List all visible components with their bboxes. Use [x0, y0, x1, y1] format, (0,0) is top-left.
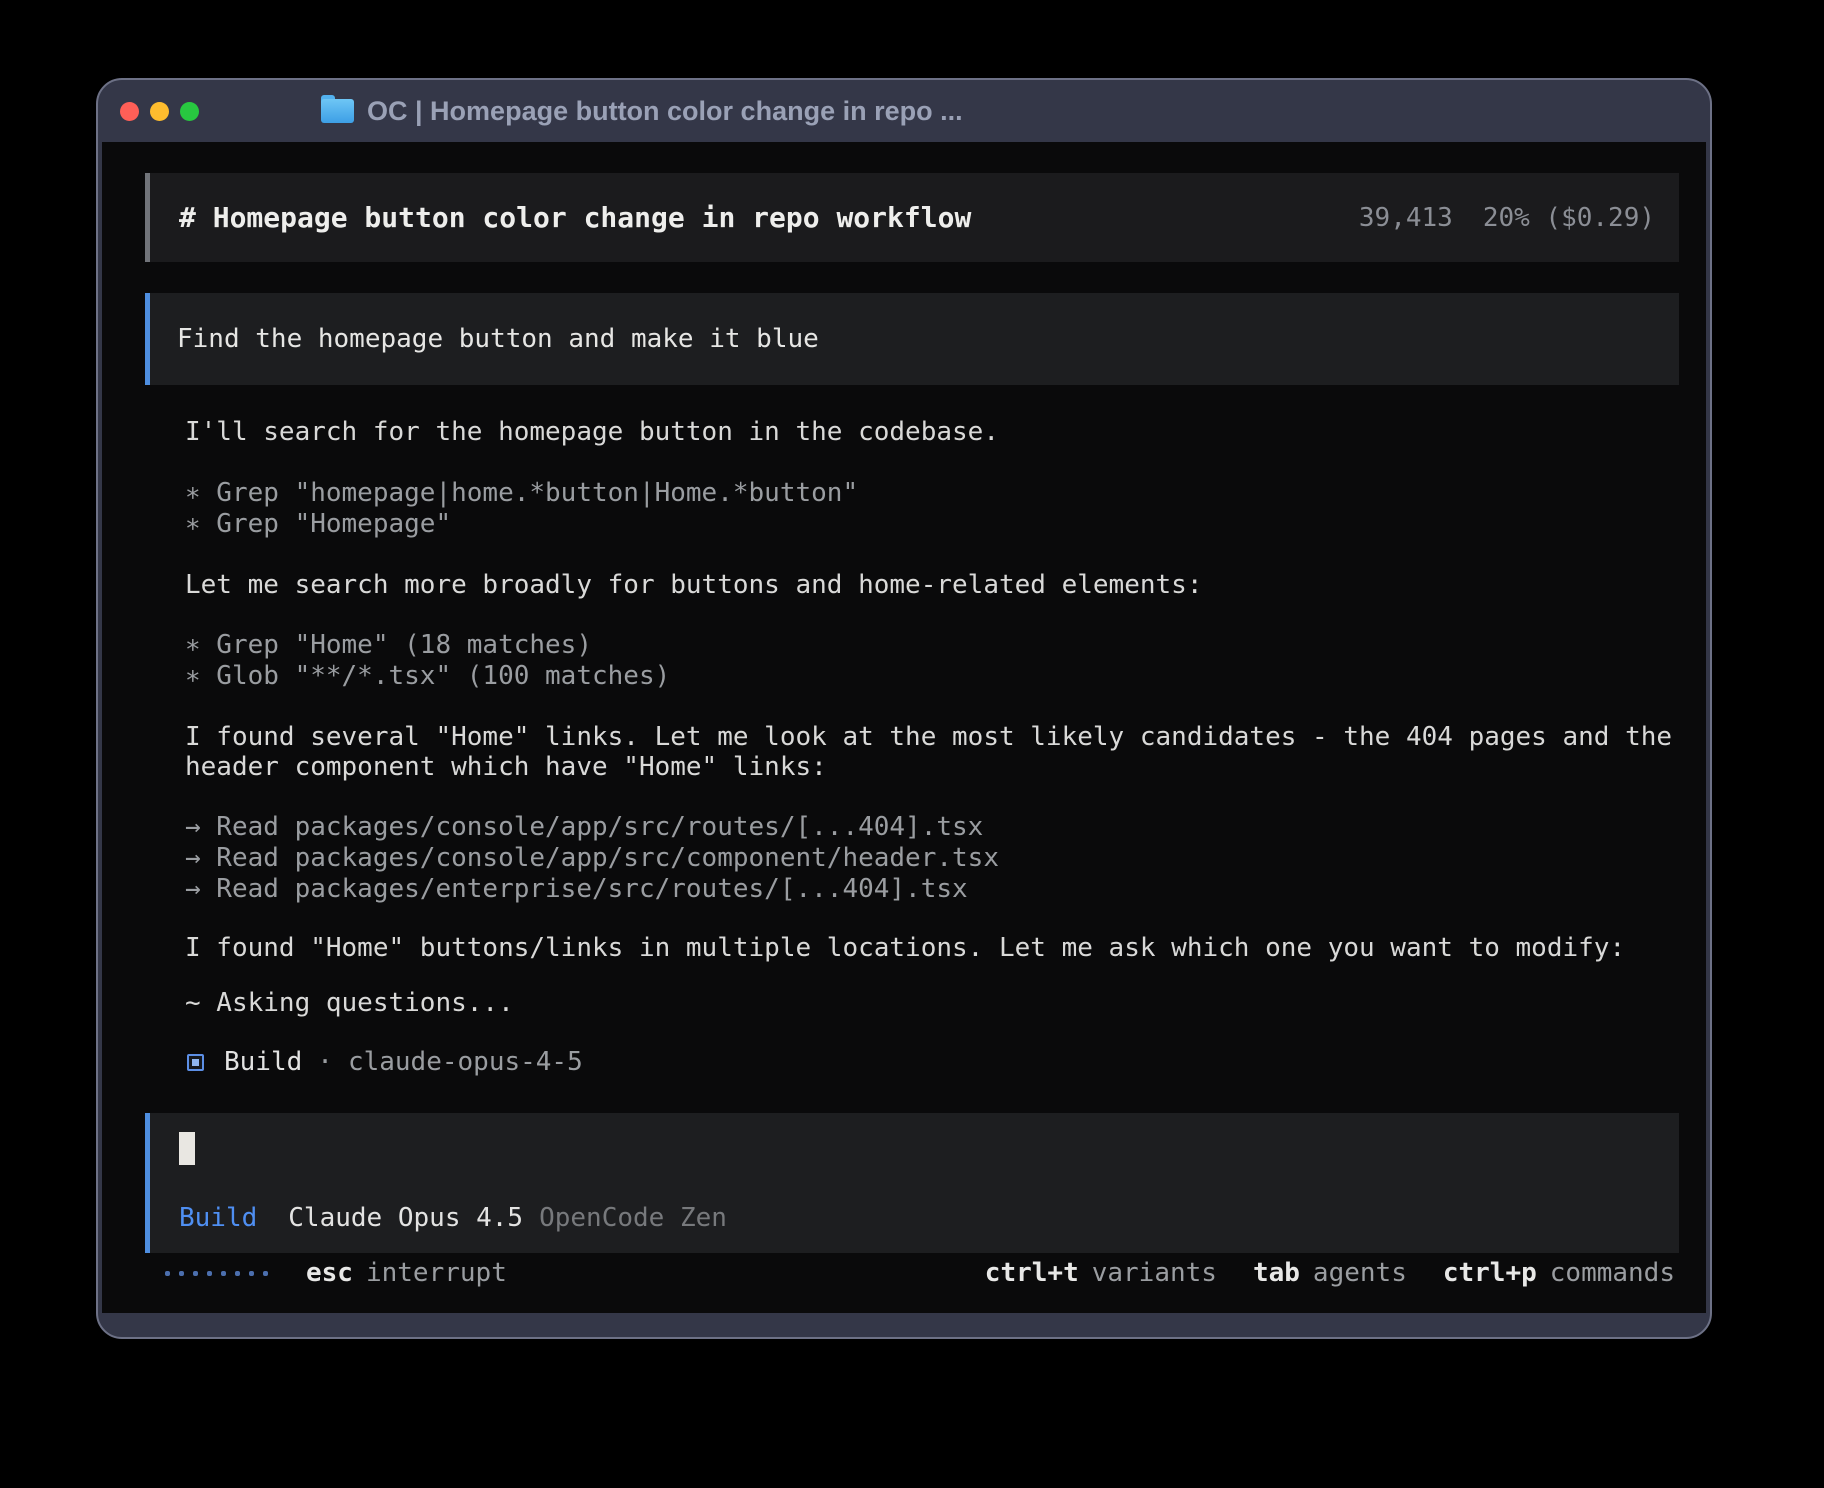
shortcut-label: interrupt — [366, 1258, 507, 1288]
shortcut-label: agents — [1313, 1258, 1407, 1288]
session-title: # Homepage button color change in repo w… — [179, 201, 971, 234]
assistant-text: I'll search for the homepage button in t… — [185, 417, 999, 447]
shortcut-label: commands — [1550, 1258, 1675, 1288]
tool-call-grep: ∗ Grep "Homepage" — [185, 509, 451, 539]
input-model[interactable]: Claude Opus 4.5 — [288, 1203, 523, 1233]
input-agent[interactable]: Build — [179, 1203, 257, 1233]
agent-status-row: Build · claude-opus-4-5 — [187, 1047, 583, 1077]
input-model-line: Build Claude Opus 4.5 OpenCode Zen — [179, 1203, 727, 1233]
shortcut-commands: ctrl+p commands — [1443, 1258, 1675, 1288]
input-provider: OpenCode Zen — [539, 1203, 727, 1233]
user-message: Find the homepage button and make it blu… — [145, 293, 1679, 385]
folder-icon — [321, 99, 354, 123]
tool-call-read: → Read packages/console/app/src/componen… — [185, 843, 999, 873]
session-header: # Homepage button color change in repo w… — [145, 173, 1679, 262]
agent-model: claude-opus-4-5 — [348, 1047, 583, 1077]
terminal-window: OC | Homepage button color change in rep… — [96, 78, 1712, 1339]
spinner — [165, 1271, 268, 1276]
user-message-text: Find the homepage button and make it blu… — [177, 324, 819, 354]
session-stats: 39,413 20% ($0.29) — [1359, 203, 1655, 233]
assistant-text: Let me search more broadly for buttons a… — [185, 570, 1202, 600]
terminal-content: # Homepage button color change in repo w… — [102, 142, 1706, 1313]
tool-call-read: → Read packages/enterprise/src/routes/[.… — [185, 874, 968, 904]
tool-call-grep: ∗ Grep "Home" (18 matches) — [185, 630, 592, 660]
tool-call-read: → Read packages/console/app/src/routes/[… — [185, 812, 983, 842]
text-cursor — [179, 1132, 195, 1165]
shortcut-variants: ctrl+t variants — [985, 1258, 1217, 1288]
shortcut-key: ctrl+p — [1443, 1258, 1537, 1288]
zoom-button[interactable] — [180, 102, 199, 121]
assistant-text: I found several "Home" links. Let me loo… — [185, 722, 1672, 752]
minimize-button[interactable] — [150, 102, 169, 121]
assistant-text: I found "Home" buttons/links in multiple… — [185, 933, 1625, 963]
status-asking-questions: ~ Asking questions... — [185, 988, 514, 1018]
shortcut-key: esc — [306, 1258, 353, 1288]
titlebar[interactable]: OC | Homepage button color change in rep… — [98, 80, 1710, 142]
shortcut-agents: tab agents — [1253, 1258, 1407, 1288]
window-title: OC | Homepage button color change in rep… — [367, 96, 963, 127]
token-count: 39,413 — [1359, 203, 1453, 233]
prompt-input[interactable]: Build Claude Opus 4.5 OpenCode Zen — [145, 1113, 1679, 1253]
assistant-text: header component which have "Home" links… — [185, 752, 827, 782]
shortcut-interrupt: esc interrupt — [306, 1258, 507, 1288]
status-bar: esc interrupt ctrl+t variants tab agents… — [145, 1258, 1675, 1288]
traffic-lights — [120, 102, 199, 121]
context-usage: 20% ($0.29) — [1483, 203, 1655, 233]
close-button[interactable] — [120, 102, 139, 121]
tool-call-glob: ∗ Glob "**/*.tsx" (100 matches) — [185, 661, 670, 691]
tool-call-grep: ∗ Grep "homepage|home.*button|Home.*butt… — [185, 478, 858, 508]
shortcut-key: ctrl+t — [985, 1258, 1079, 1288]
shortcut-key: tab — [1253, 1258, 1300, 1288]
shortcut-label: variants — [1092, 1258, 1217, 1288]
agent-badge-icon — [187, 1054, 204, 1071]
agent-separator: · — [317, 1047, 333, 1077]
agent-name: Build — [224, 1047, 302, 1077]
